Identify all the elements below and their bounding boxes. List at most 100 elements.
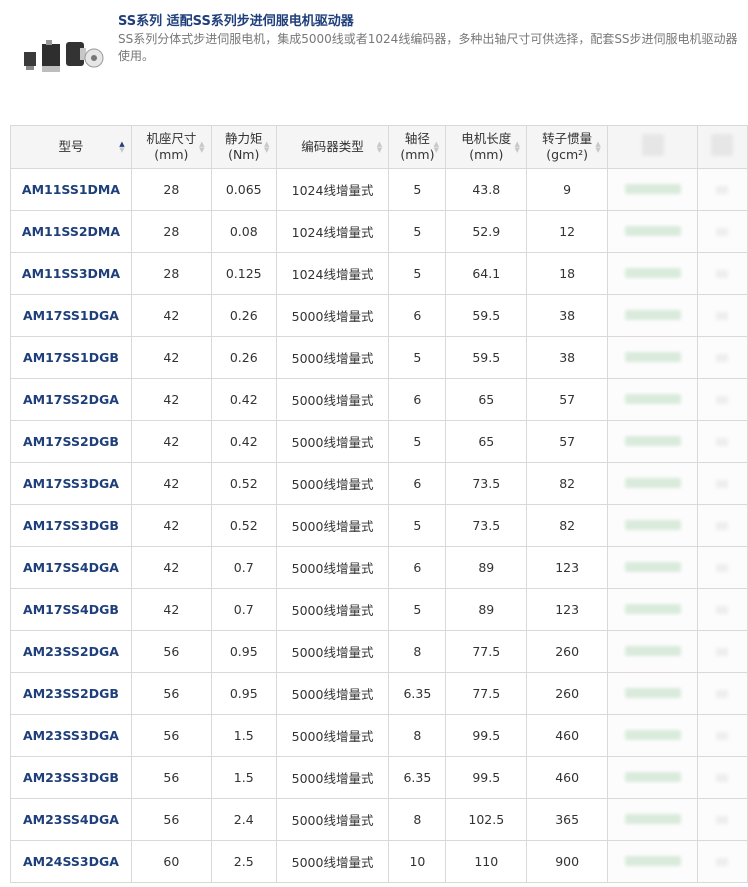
table-row[interactable]: AM23SS2DGB 56 0.95 5000线增量式 6.35 77.5 260	[10, 672, 748, 715]
rotor-inertia-cell: 38	[526, 294, 609, 337]
motor-length-cell: 43.8	[445, 168, 528, 211]
frame-size-cell: 28	[130, 168, 212, 211]
product-header: SS系列 适配SS系列步进伺服电机驱动器 SS系列分体式步进伺服电机，集成500…	[0, 0, 748, 120]
table-row[interactable]: AM17SS3DGA 42 0.52 5000线增量式 6 73.5 82	[10, 462, 748, 505]
static-torque-cell: 2.5	[210, 840, 277, 883]
model-cell[interactable]: AM24SS3DGA	[10, 840, 132, 883]
blurred-cell	[696, 168, 748, 211]
column-header-shaft-diameter[interactable]: 轴径 (mm) ▲ ▼	[388, 125, 447, 169]
blurred-content	[624, 730, 681, 740]
model-cell[interactable]: AM17SS2DGB	[10, 420, 132, 463]
static-torque-cell: 2.4	[210, 798, 277, 841]
blurred-content	[624, 352, 681, 362]
model-cell[interactable]: AM23SS3DGB	[10, 756, 132, 799]
frame-size-cell: 42	[130, 294, 212, 337]
table-row[interactable]: AM17SS4DGA 42 0.7 5000线增量式 6 89 123	[10, 546, 748, 589]
table-row[interactable]: AM17SS3DGB 42 0.52 5000线增量式 5 73.5 82	[10, 504, 748, 547]
frame-size-cell: 56	[130, 756, 212, 799]
model-cell[interactable]: AM17SS2DGA	[10, 378, 132, 421]
blurred-content	[716, 396, 729, 404]
blurred-content	[624, 688, 681, 698]
column-label: 电机长度	[461, 131, 512, 146]
blurred-content	[716, 858, 729, 866]
model-cell[interactable]: AM23SS4DGA	[10, 798, 132, 841]
table-row[interactable]: AM23SS2DGA 56 0.95 5000线增量式 8 77.5 260	[10, 630, 748, 673]
column-header-static-torque[interactable]: 静力矩 (Nm) ▲ ▼	[210, 125, 277, 169]
sort-icon[interactable]: ▲ ▼	[513, 141, 521, 154]
motor-length-cell: 110	[445, 840, 528, 883]
table-row[interactable]: AM17SS4DGB 42 0.7 5000线增量式 5 89 123	[10, 588, 748, 631]
table-row[interactable]: AM11SS1DMA 28 0.065 1024线增量式 5 43.8 9	[10, 168, 748, 211]
sort-icon[interactable]: ▲ ▼	[263, 141, 271, 154]
blurred-cell	[696, 378, 748, 421]
model-cell[interactable]: AM11SS1DMA	[10, 168, 132, 211]
shaft-diameter-cell: 5	[388, 504, 447, 547]
column-header-model[interactable]: 型号 ▲ ▼	[10, 125, 132, 169]
table-row[interactable]: AM11SS2DMA 28 0.08 1024线增量式 5 52.9 12	[10, 210, 748, 253]
column-header-frame-size[interactable]: 机座尺寸 (mm) ▲ ▼	[130, 125, 212, 169]
column-header-encoder-type[interactable]: 编码器类型 ▲ ▼	[275, 125, 390, 169]
frame-size-cell: 56	[130, 672, 212, 715]
model-cell[interactable]: AM17SS1DGB	[10, 336, 132, 379]
model-cell[interactable]: AM11SS2DMA	[10, 210, 132, 253]
table-row[interactable]: AM23SS4DGA 56 2.4 5000线增量式 8 102.5 365	[10, 798, 748, 841]
table-row[interactable]: AM24SS3DGA 60 2.5 5000线增量式 10 110 900	[10, 840, 748, 883]
rotor-inertia-cell: 82	[526, 462, 609, 505]
model-cell[interactable]: AM17SS3DGB	[10, 504, 132, 547]
table-row[interactable]: AM23SS3DGB 56 1.5 5000线增量式 6.35 99.5 460	[10, 756, 748, 799]
spec-table: 型号 ▲ ▼ 机座尺寸 (mm) ▲ ▼ 静力矩 (Nm) ▲ ▼ 编码器类型 ▲ ▼ 轴径…	[10, 125, 748, 883]
rotor-inertia-cell: 460	[526, 714, 609, 757]
model-cell[interactable]: AM23SS3DGA	[10, 714, 132, 757]
blurred-content	[624, 520, 681, 530]
blurred-content	[624, 478, 681, 488]
shaft-diameter-cell: 6.35	[388, 672, 447, 715]
model-cell[interactable]: AM11SS3DMA	[10, 252, 132, 295]
sort-icon[interactable]: ▲ ▼	[432, 141, 440, 154]
rotor-inertia-cell: 123	[526, 588, 609, 631]
rotor-inertia-cell: 260	[526, 630, 609, 673]
motor-length-cell: 65	[445, 378, 528, 421]
table-row[interactable]: AM11SS3DMA 28 0.125 1024线增量式 5 64.1 18	[10, 252, 748, 295]
table-row[interactable]: AM23SS3DGA 56 1.5 5000线增量式 8 99.5 460	[10, 714, 748, 757]
blurred-cell	[607, 672, 698, 715]
column-header-motor-length[interactable]: 电机长度 (mm) ▲ ▼	[445, 125, 528, 169]
table-row[interactable]: AM17SS2DGB 42 0.42 5000线增量式 5 65 57	[10, 420, 748, 463]
motor-length-cell: 77.5	[445, 672, 528, 715]
blurred-cell	[696, 336, 748, 379]
encoder-type-cell: 5000线增量式	[275, 378, 390, 421]
model-cell[interactable]: AM17SS4DGA	[10, 546, 132, 589]
encoder-type-cell: 5000线增量式	[275, 420, 390, 463]
blurred-content	[716, 732, 729, 740]
static-torque-cell: 0.065	[210, 168, 277, 211]
table-row[interactable]: AM17SS1DGB 42 0.26 5000线增量式 5 59.5 38	[10, 336, 748, 379]
encoder-type-cell: 5000线增量式	[275, 630, 390, 673]
motor-length-cell: 65	[445, 420, 528, 463]
rotor-inertia-cell: 123	[526, 546, 609, 589]
table-row[interactable]: AM17SS1DGA 42 0.26 5000线增量式 6 59.5 38	[10, 294, 748, 337]
model-cell[interactable]: AM17SS4DGB	[10, 588, 132, 631]
frame-size-cell: 42	[130, 588, 212, 631]
sort-icon[interactable]: ▲ ▼	[118, 141, 126, 154]
sort-icon[interactable]: ▲ ▼	[594, 141, 602, 154]
blurred-cell	[696, 252, 748, 295]
blurred-cell	[696, 420, 748, 463]
blurred-content	[716, 774, 729, 782]
column-header-rotor-inertia[interactable]: 转子惯量 (gcm²) ▲ ▼	[526, 125, 609, 169]
table-header-row: 型号 ▲ ▼ 机座尺寸 (mm) ▲ ▼ 静力矩 (Nm) ▲ ▼ 编码器类型 ▲ ▼ 轴径…	[10, 125, 748, 169]
blurred-content	[624, 226, 681, 236]
sort-icon[interactable]: ▲ ▼	[375, 141, 383, 154]
model-cell[interactable]: AM17SS1DGA	[10, 294, 132, 337]
static-torque-cell: 0.7	[210, 588, 277, 631]
encoder-type-cell: 5000线增量式	[275, 588, 390, 631]
sort-icon[interactable]: ▲ ▼	[198, 141, 206, 154]
blurred-cell	[696, 630, 748, 673]
model-cell[interactable]: AM23SS2DGA	[10, 630, 132, 673]
table-row[interactable]: AM17SS2DGA 42 0.42 5000线增量式 6 65 57	[10, 378, 748, 421]
motor-length-cell: 99.5	[445, 756, 528, 799]
blurred-content	[624, 562, 681, 572]
motor-length-cell: 89	[445, 546, 528, 589]
model-cell[interactable]: AM23SS2DGB	[10, 672, 132, 715]
blurred-cell	[607, 798, 698, 841]
model-cell[interactable]: AM17SS3DGA	[10, 462, 132, 505]
static-torque-cell: 0.52	[210, 504, 277, 547]
